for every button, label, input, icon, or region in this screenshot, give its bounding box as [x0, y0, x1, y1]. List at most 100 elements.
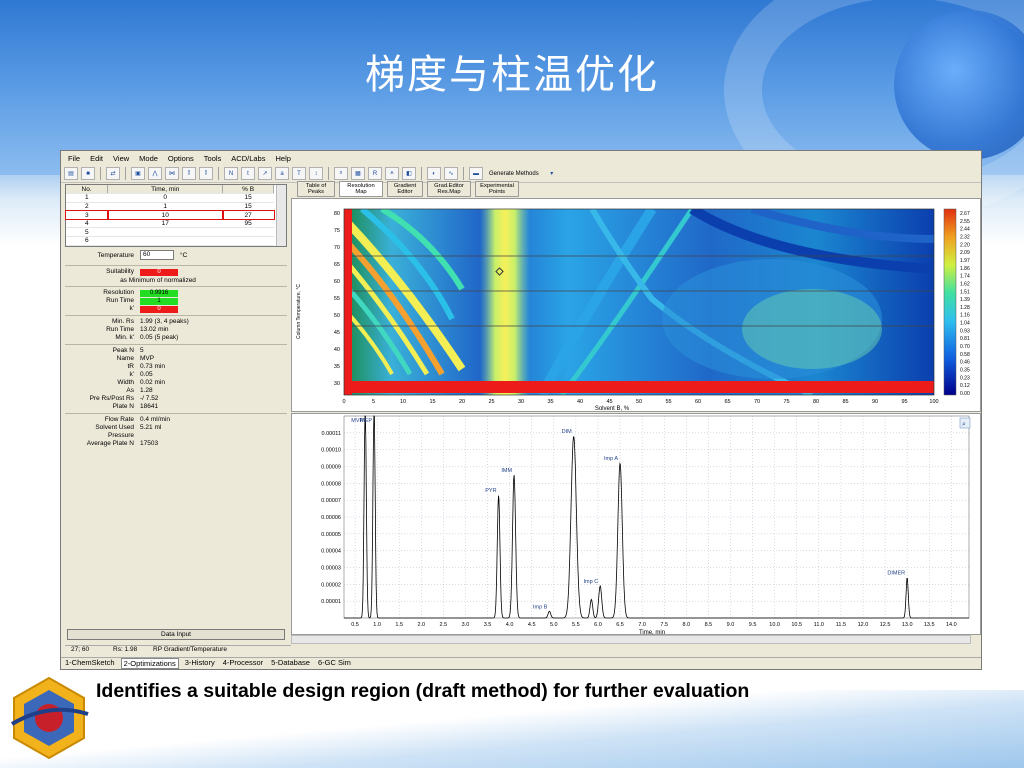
table-cell[interactable]: [107, 236, 223, 246]
tab-database[interactable]: 5-Database: [269, 658, 312, 669]
table-cell[interactable]: 2: [66, 202, 108, 212]
label-n-icon[interactable]: N: [224, 167, 238, 180]
x-tick-label: 8.5: [705, 622, 713, 628]
tab-gc-sim[interactable]: 6-GC Sim: [316, 658, 353, 669]
table-cell[interactable]: [222, 236, 274, 246]
tab-processor[interactable]: 4-Processor: [221, 658, 265, 669]
scale-tick-label: 0.58: [960, 352, 970, 358]
peak-label-icon[interactable]: ↕: [309, 167, 323, 180]
color-scale-labels: 2.67 2.55 2.442.32 2.20 2.09 1.97 1.86 1.741.62…: [960, 211, 970, 397]
table-cell[interactable]: [222, 227, 274, 238]
chromatogram-chart[interactable]: 0.00001 0.00002 0.00003 0.00004 0.00005 0.000…: [292, 414, 982, 636]
abc-icon[interactable]: a: [275, 167, 289, 180]
generate-icon[interactable]: ▬: [469, 167, 483, 180]
gradient-table-scrollbar[interactable]: [276, 185, 286, 246]
table-row[interactable]: 6: [66, 236, 274, 246]
bars2-icon[interactable]: ⫾: [199, 167, 213, 180]
table-cell[interactable]: 17: [107, 219, 223, 229]
table-cell[interactable]: 15: [222, 202, 274, 212]
table-row[interactable]: 5: [66, 227, 274, 238]
col-header-percent-b[interactable]: % B: [222, 185, 274, 195]
table-cell[interactable]: 3: [65, 209, 109, 221]
width-label: Width: [117, 379, 134, 386]
prepost-label: Pre Rs/Post Rs: [89, 395, 134, 402]
table-cell[interactable]: 1: [66, 193, 108, 203]
menu-view[interactable]: View: [108, 154, 134, 163]
table-row[interactable]: 4 17 95: [66, 219, 274, 229]
tab-gradient-editor[interactable]: Gradient Editor: [387, 181, 423, 197]
map-left-red-zone: [344, 209, 352, 395]
data-input-button[interactable]: Data Input: [67, 629, 285, 640]
scale-tick-label: 1.62: [960, 281, 970, 287]
toolbar-separator: [125, 167, 126, 180]
table-cell[interactable]: 10: [106, 209, 224, 221]
table-row[interactable]: 1 0 15: [66, 193, 274, 203]
tab-grad-editor-res-map[interactable]: Grad.Editor Res.Map: [427, 181, 471, 197]
table-row[interactable]: 2 1 15: [66, 202, 274, 212]
menu-edit[interactable]: Edit: [85, 154, 108, 163]
resolution-map[interactable]: Column Temperature, °C Solvent B, % 30 35…: [292, 199, 982, 413]
compare-icon[interactable]: ⩚: [385, 167, 399, 180]
table-icon[interactable]: ▦: [351, 167, 365, 180]
solvent-value: 5.21 ml: [140, 424, 162, 431]
tab-table-of-peaks[interactable]: Table of Peaks: [297, 181, 335, 197]
x-tick-label: 7.5: [660, 622, 668, 628]
x-tick-label: 6.5: [616, 622, 624, 628]
table-cell[interactable]: 6: [66, 236, 108, 246]
save-icon[interactable]: ■: [81, 167, 95, 180]
peaks-icon[interactable]: ⋀: [148, 167, 162, 180]
overlay-icon[interactable]: ⋈: [165, 167, 179, 180]
wave-icon[interactable]: ∿: [444, 167, 458, 180]
globe-icon[interactable]: ◐: [427, 167, 441, 180]
menu-options[interactable]: Options: [163, 154, 199, 163]
open-icon[interactable]: ▤: [64, 167, 78, 180]
table-cell[interactable]: 27: [221, 209, 275, 221]
map-x-tick-label: 35: [547, 399, 553, 405]
zoom-icon[interactable]: ⌕: [334, 167, 348, 180]
table-cell[interactable]: 4: [66, 219, 108, 229]
tr-value: 0.73 min: [140, 363, 165, 370]
generate-methods-button[interactable]: Generate Methods: [486, 171, 542, 177]
scale-tick-label: 0.12: [960, 383, 970, 389]
table-row-selected[interactable]: 3 10 27: [65, 209, 275, 221]
tab-optimizations[interactable]: 2-Optimizations: [120, 658, 179, 669]
tab-chemsketch[interactable]: 1-ChemSketch: [63, 658, 117, 669]
y-tick-label: 0.00001: [321, 599, 341, 605]
chevron-down-icon[interactable]: ▾: [545, 167, 559, 180]
color-map-icon[interactable]: ◧: [402, 167, 416, 180]
x-tick-label: 13.0: [902, 622, 913, 628]
scale-tick-label: 1.16: [960, 313, 970, 319]
menu-help[interactable]: Help: [270, 154, 295, 163]
label-t-icon[interactable]: t: [241, 167, 255, 180]
width-value: 0.02 min: [140, 379, 165, 386]
tab-resolution-map[interactable]: Resolution Map: [339, 181, 383, 197]
x-tick-label: 8.0: [682, 622, 690, 628]
col-header-no[interactable]: No.: [66, 185, 109, 195]
as-value: 1.28: [140, 387, 153, 394]
tcb-icon[interactable]: T: [292, 167, 306, 180]
map-y-tick-label: 50: [334, 313, 340, 319]
table-cell[interactable]: 0: [107, 193, 223, 203]
menu-mode[interactable]: Mode: [134, 154, 163, 163]
table-cell[interactable]: [107, 227, 223, 238]
rs-icon[interactable]: R: [368, 167, 382, 180]
menu-file[interactable]: File: [63, 154, 85, 163]
menu-tools[interactable]: Tools: [199, 154, 227, 163]
tab-experimental-points[interactable]: Experimental Points: [475, 181, 519, 197]
menu-acdlabs[interactable]: ACD/Labs: [226, 154, 270, 163]
map-y-tick-label: 60: [334, 279, 340, 285]
table-cell[interactable]: 95: [222, 219, 274, 229]
chart-icon[interactable]: ▣: [131, 167, 145, 180]
map-y-tick-label: 80: [334, 211, 340, 217]
col-header-time[interactable]: Time, min: [107, 185, 224, 195]
table-cell[interactable]: 5: [66, 227, 108, 238]
tab-history[interactable]: 3-History: [183, 658, 217, 669]
arrow-icon[interactable]: ↗: [258, 167, 272, 180]
temperature-input[interactable]: 60: [140, 250, 174, 260]
mode-icon[interactable]: ⇄: [106, 167, 120, 180]
bars-icon[interactable]: ⫾: [182, 167, 196, 180]
peak-n-value: 5: [140, 347, 144, 354]
table-cell[interactable]: 1: [107, 202, 223, 212]
table-cell[interactable]: 15: [222, 193, 274, 203]
horizontal-scrollbar[interactable]: [291, 635, 971, 644]
